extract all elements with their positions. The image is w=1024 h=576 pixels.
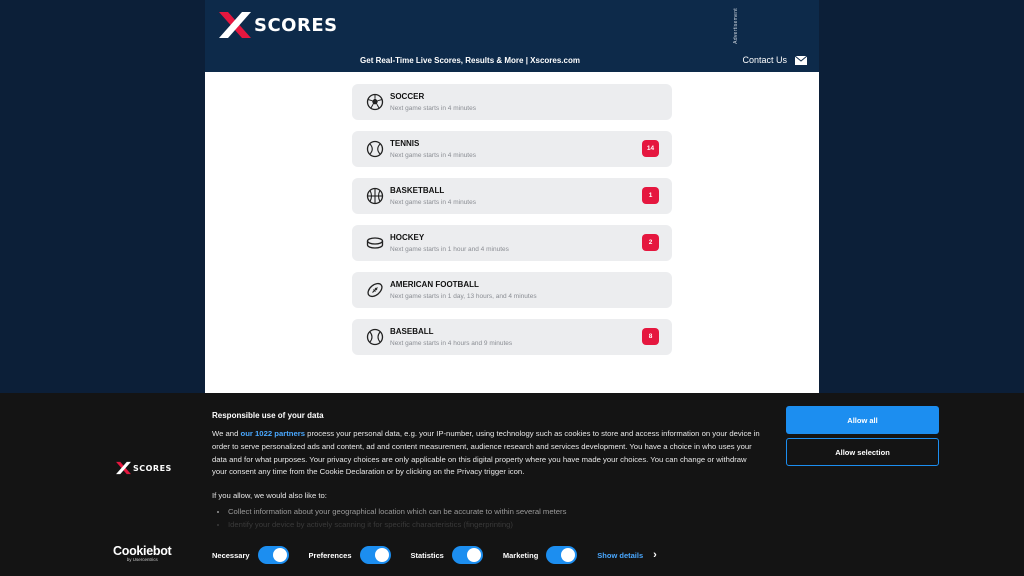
cookie-banner-logo: SCORES — [115, 461, 172, 475]
basketball-icon — [366, 187, 384, 205]
statistics-switch[interactable] — [451, 546, 483, 564]
cookie-purpose-list: Collect information about your geographi… — [228, 506, 566, 531]
sport-next-game: Next game starts in 4 minutes — [390, 199, 476, 206]
sport-item-tennis[interactable]: TENNIS Next game starts in 4 minutes 14 — [352, 131, 672, 167]
live-count-badge: 8 — [642, 328, 659, 345]
live-count-badge: 14 — [642, 140, 659, 157]
cookie-text-before: We and — [212, 429, 241, 438]
toggle-label: Marketing — [502, 550, 539, 560]
sport-next-game: Next game starts in 1 day, 13 hours, and… — [390, 293, 537, 300]
marketing-switch[interactable] — [546, 546, 578, 564]
sport-next-game: Next game starts in 1 hour and 4 minutes — [390, 246, 509, 253]
x-logo-icon — [116, 461, 131, 475]
sport-item-hockey[interactable]: HOCKEY Next game starts in 1 hour and 4 … — [352, 225, 672, 261]
cookie-description: We and our 1022 partners process your pe… — [212, 428, 760, 479]
sport-item-basketball[interactable]: BASKETBALL Next game starts in 4 minutes… — [352, 178, 672, 214]
toggle-label: Statistics — [410, 550, 444, 560]
sport-name: BASEBALL — [390, 327, 434, 336]
cookiebot-logo[interactable]: Cookiebot by Usercentrics — [113, 544, 172, 562]
sport-name: TENNIS — [390, 139, 420, 148]
sport-item-american-football[interactable]: AMERICAN FOOTBALL Next game starts in 1 … — [352, 272, 672, 308]
sport-name: AMERICAN FOOTBALL — [390, 280, 479, 289]
advertisement-label: Advertisement — [733, 8, 739, 44]
show-details-link[interactable]: Show details › — [597, 549, 657, 561]
live-count-badge: 2 — [642, 234, 659, 251]
site-header: SCORES Advertisement Get Real-Time Live … — [205, 0, 819, 72]
cookie-also-like: If you allow, we would also like to: — [212, 491, 327, 500]
consent-toggles: Necessary Preferences Statistics Marketi… — [212, 545, 657, 565]
hockey-puck-icon — [366, 237, 384, 249]
sports-list: SOCCER Next game starts in 4 minutes TEN… — [352, 84, 672, 366]
logo-text: SCORES — [254, 14, 338, 36]
allow-all-button[interactable]: Allow all — [786, 406, 939, 434]
list-item: Identify your device by actively scannin… — [228, 519, 566, 532]
sport-item-baseball[interactable]: BASEBALL Next game starts in 4 hours and… — [352, 319, 672, 355]
preferences-switch[interactable] — [359, 546, 391, 564]
page-content: SCORES Advertisement Get Real-Time Live … — [205, 0, 819, 400]
sport-next-game: Next game starts in 4 minutes — [390, 105, 476, 112]
american-football-icon — [367, 282, 383, 298]
soccer-ball-icon — [366, 93, 384, 111]
partners-link[interactable]: our 1022 partners — [241, 429, 306, 438]
sport-name: BASKETBALL — [390, 186, 445, 195]
toggle-preferences: Preferences — [309, 546, 391, 564]
toggle-necessary: Necessary — [212, 546, 289, 564]
toggle-label: Preferences — [308, 550, 352, 560]
sport-item-soccer[interactable]: SOCCER Next game starts in 4 minutes — [352, 84, 672, 120]
list-item: Collect information about your geographi… — [228, 506, 566, 519]
tennis-ball-icon — [366, 140, 384, 158]
necessary-switch[interactable] — [257, 546, 289, 564]
x-logo-icon — [219, 12, 251, 38]
contact-us-link[interactable]: Contact Us — [742, 55, 807, 65]
toggle-statistics: Statistics — [411, 546, 483, 564]
logo-text: SCORES — [133, 463, 172, 473]
tagline: Get Real-Time Live Scores, Results & Mor… — [360, 56, 580, 65]
chevron-right-icon: › — [653, 549, 657, 561]
xscores-logo[interactable]: SCORES — [217, 10, 338, 40]
allow-selection-button[interactable]: Allow selection — [786, 438, 939, 466]
show-details-label: Show details — [597, 550, 644, 560]
toggle-marketing: Marketing — [502, 546, 578, 564]
baseball-icon — [366, 328, 384, 346]
live-count-badge: 1 — [642, 187, 659, 204]
toggle-label: Necessary — [212, 550, 250, 560]
cookiebot-name: Cookiebot — [113, 544, 172, 558]
cookie-consent-banner: SCORES Responsible use of your data We a… — [0, 393, 1024, 576]
sport-next-game: Next game starts in 4 minutes — [390, 152, 476, 159]
contact-us-label: Contact Us — [742, 55, 787, 65]
sport-name: HOCKEY — [390, 233, 425, 242]
sport-name: SOCCER — [390, 92, 425, 101]
cookie-title: Responsible use of your data — [212, 411, 324, 420]
sport-next-game: Next game starts in 4 hours and 9 minute… — [390, 340, 513, 347]
mail-icon — [795, 55, 807, 65]
